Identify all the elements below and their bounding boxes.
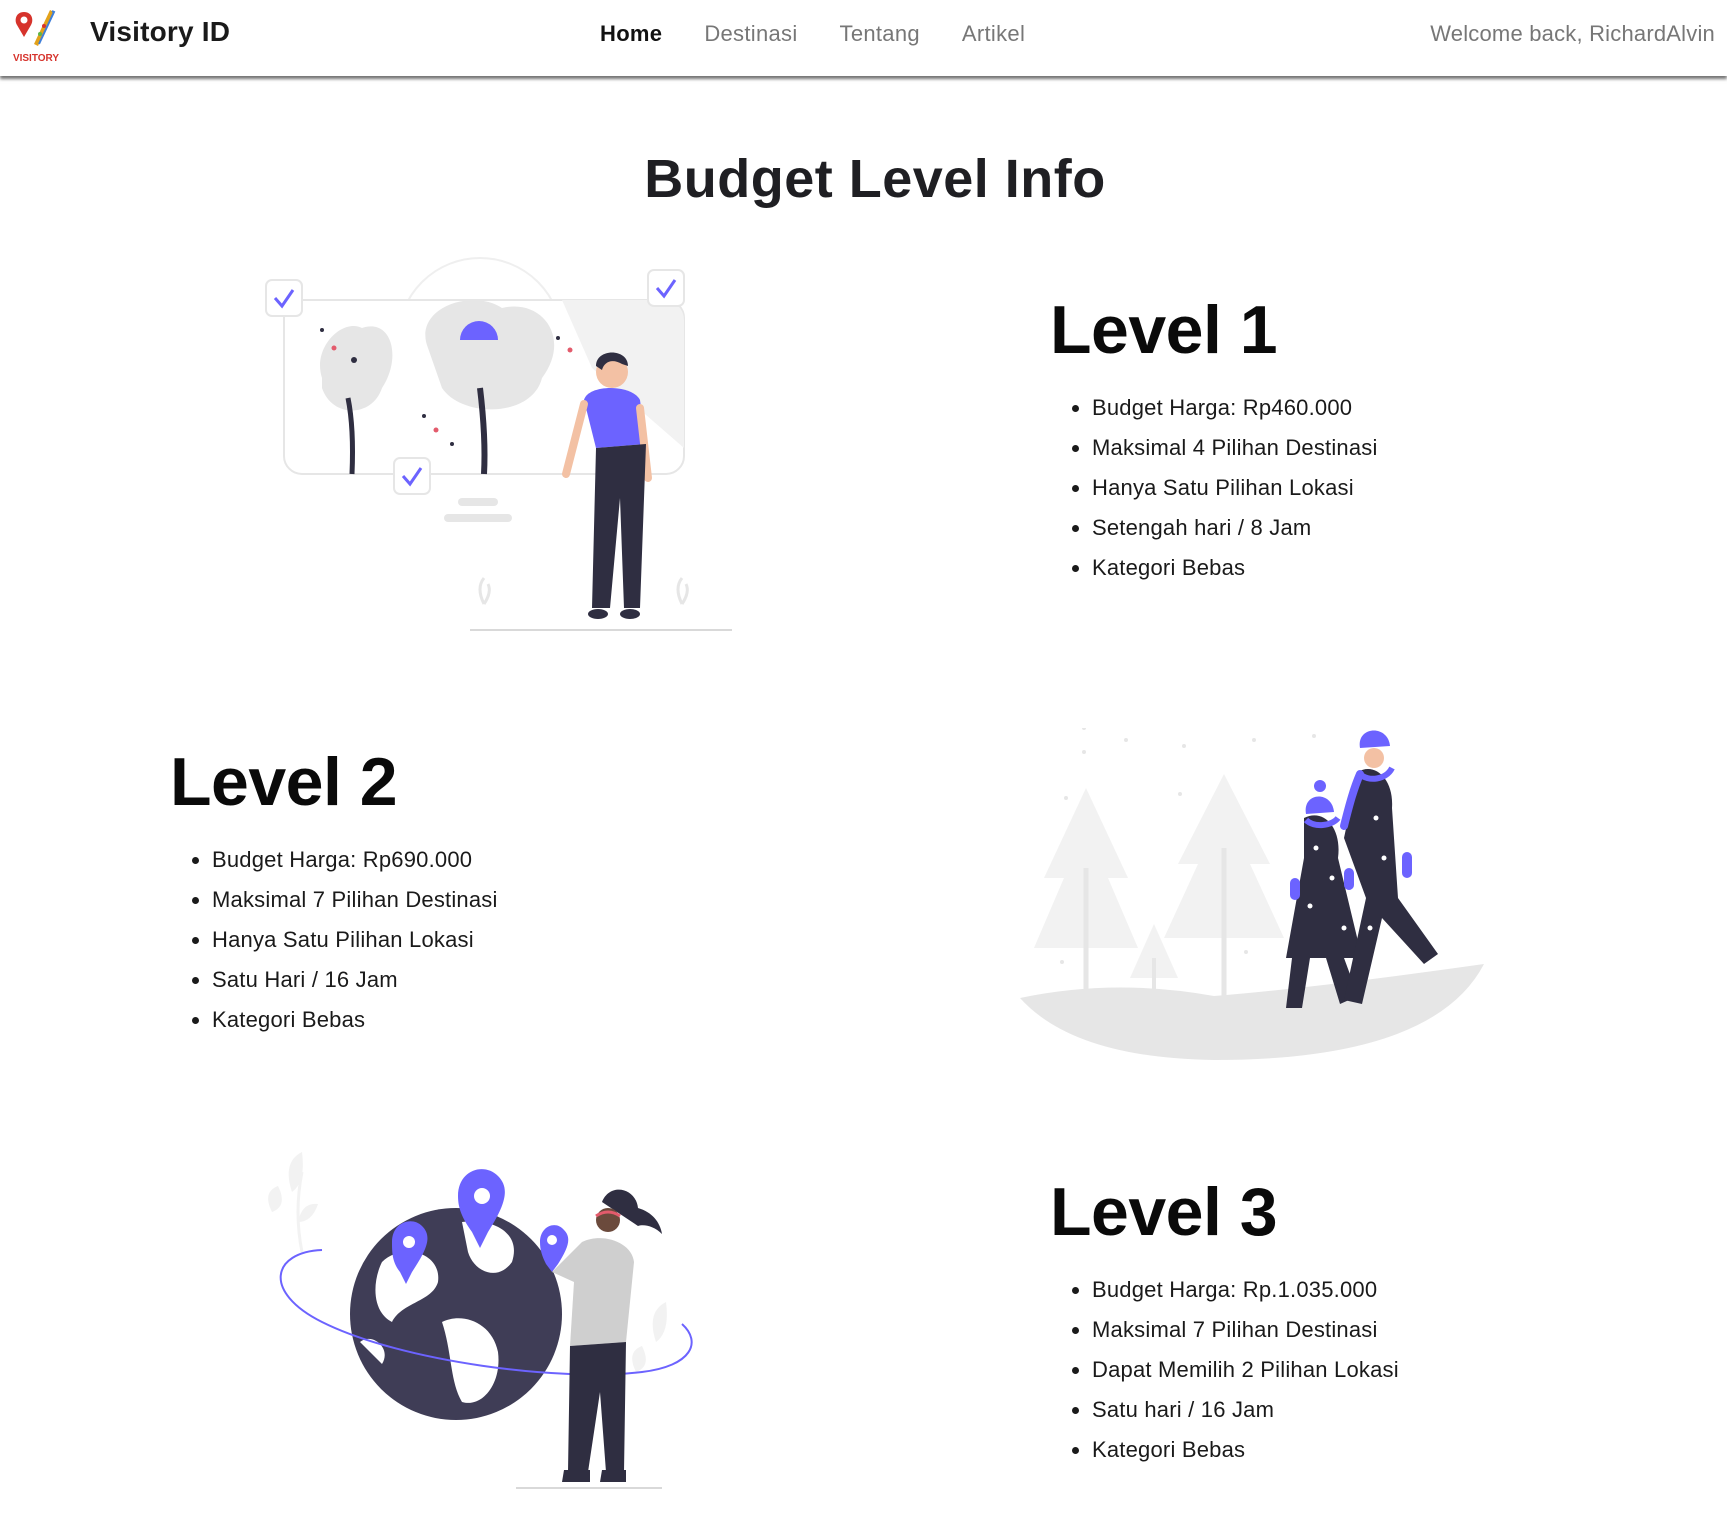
level-3-heading: Level 3: [1050, 1174, 1278, 1250]
level-2-heading: Level 2: [170, 744, 398, 820]
level-3-feature-destinations: Maksimal 7 Pilihan Destinasi: [1092, 1310, 1399, 1350]
main-nav: Home Destinasi Tentang Artikel: [600, 21, 1067, 47]
nav-link-tentang[interactable]: Tentang: [840, 21, 920, 47]
level-1-feature-category: Kategori Bebas: [1092, 548, 1378, 588]
level-1-features: Budget Harga: Rp460.000 Maksimal 4 Pilih…: [1050, 388, 1378, 588]
nav-link-artikel[interactable]: Artikel: [962, 21, 1025, 47]
level-1-feature-location: Hanya Satu Pilihan Lokasi: [1092, 468, 1378, 508]
level-2-features: Budget Harga: Rp690.000 Maksimal 7 Pilih…: [170, 840, 498, 1040]
level-3-feature-duration: Satu hari / 16 Jam: [1092, 1390, 1399, 1430]
page-title: Budget Level Info: [644, 149, 1106, 209]
level-2-feature-duration: Satu Hari / 16 Jam: [212, 960, 498, 1000]
level-2-feature-location: Hanya Satu Pilihan Lokasi: [212, 920, 498, 960]
level-2-card: Level 2 Budget Harga: Rp690.000 Maksimal…: [170, 748, 498, 1040]
level-3-feature-category: Kategori Bebas: [1092, 1430, 1399, 1470]
top-navbar: VISITORY Visitory ID Home Destinasi Tent…: [0, 0, 1727, 76]
brand-name[interactable]: Visitory ID: [90, 16, 230, 48]
level-3-feature-budget: Budget Harga: Rp.1.035.000: [1092, 1270, 1399, 1310]
nav-link-destinasi[interactable]: Destinasi: [704, 21, 797, 47]
level-3-illustration: [268, 1152, 693, 1489]
level-2-illustration: [1020, 728, 1484, 1060]
level-3-feature-location: Dapat Memilih 2 Pilihan Lokasi: [1092, 1350, 1399, 1390]
level-1-feature-duration: Setengah hari / 8 Jam: [1092, 508, 1378, 548]
level-3-features: Budget Harga: Rp.1.035.000 Maksimal 7 Pi…: [1050, 1270, 1399, 1470]
level-1-illustration: [265, 257, 732, 631]
level-1-card: Level 1 Budget Harga: Rp460.000 Maksimal…: [1050, 296, 1378, 588]
level-1-feature-budget: Budget Harga: Rp460.000: [1092, 388, 1378, 428]
svg-text:VISITORY: VISITORY: [13, 53, 59, 64]
welcome-message[interactable]: Welcome back, RichardAlvin: [1430, 21, 1715, 47]
level-2-feature-category: Kategori Bebas: [212, 1000, 498, 1040]
level-2-feature-destinations: Maksimal 7 Pilihan Destinasi: [212, 880, 498, 920]
level-3-card: Level 3 Budget Harga: Rp.1.035.000 Maksi…: [1050, 1178, 1399, 1470]
level-1-heading: Level 1: [1050, 292, 1278, 368]
level-2-feature-budget: Budget Harga: Rp690.000: [212, 840, 498, 880]
level-1-feature-destinations: Maksimal 4 Pilihan Destinasi: [1092, 428, 1378, 468]
nav-link-home[interactable]: Home: [600, 21, 662, 47]
visitory-logo[interactable]: VISITORY: [10, 6, 62, 66]
